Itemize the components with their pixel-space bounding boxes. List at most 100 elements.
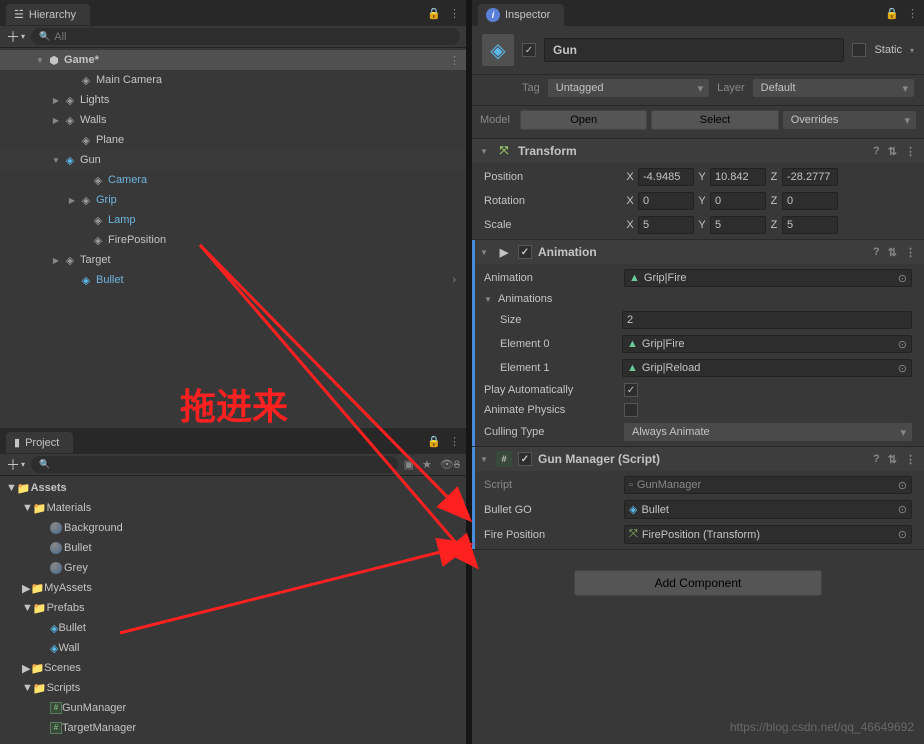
anim-enabled-checkbox[interactable]: [518, 245, 532, 259]
menu-icon[interactable]: ⋮: [905, 453, 916, 466]
menu-icon[interactable]: ⋮: [449, 435, 460, 448]
project-search[interactable]: 🔍: [31, 456, 398, 473]
assets-folder[interactable]: ▼📁 Assets: [0, 478, 466, 498]
help-icon[interactable]: ?: [873, 145, 880, 158]
material-grey[interactable]: Grey: [0, 558, 466, 578]
materials-folder[interactable]: ▼📁 Materials: [0, 498, 466, 518]
scene-menu-icon[interactable]: ⋮: [449, 54, 460, 67]
hierarchy-item-main-camera[interactable]: ◈ Main Camera: [0, 70, 466, 90]
expand-arrow[interactable]: ▶: [66, 196, 78, 205]
expand-arrow[interactable]: ▶: [50, 116, 62, 125]
expand-arrow[interactable]: ▶: [50, 256, 62, 265]
rot-x[interactable]: [638, 192, 694, 210]
rot-z[interactable]: [782, 192, 838, 210]
tag-dropdown[interactable]: Untagged: [548, 79, 709, 97]
scenes-folder[interactable]: ▶📁 Scenes: [0, 658, 466, 678]
overrides-dropdown[interactable]: Overrides: [783, 111, 916, 129]
help-icon[interactable]: ?: [873, 453, 880, 466]
collapse-arrow[interactable]: ▼: [480, 147, 490, 156]
active-checkbox[interactable]: [522, 43, 536, 57]
hierarchy-item-target[interactable]: ▶◈ Target: [0, 250, 466, 270]
hierarchy-item-plane[interactable]: ◈ Plane: [0, 130, 466, 150]
expand-arrow[interactable]: ▼: [34, 56, 46, 65]
star-icon[interactable]: ★: [422, 458, 432, 471]
hierarchy-item-lights[interactable]: ▶◈ Lights: [0, 90, 466, 110]
scale-z[interactable]: [782, 216, 838, 234]
object-picker-icon[interactable]: ⊙: [898, 528, 907, 541]
object-picker-icon[interactable]: ⊙: [898, 503, 907, 516]
expand-arrow[interactable]: ▶: [50, 96, 62, 105]
preset-icon[interactable]: ⇅: [888, 246, 897, 259]
lock-icon[interactable]: 🔒: [427, 435, 441, 448]
hierarchy-item-bullet[interactable]: ◈ Bullet ›: [0, 270, 466, 290]
scale-x[interactable]: [638, 216, 694, 234]
animation-clip-field[interactable]: ▲Grip|Fire⊙: [624, 269, 912, 287]
chevron-right-icon[interactable]: ›: [452, 274, 456, 286]
collapse-arrow[interactable]: ▼: [480, 455, 490, 464]
script-enabled-checkbox[interactable]: [518, 452, 532, 466]
open-button[interactable]: Open: [520, 110, 647, 130]
scale-y[interactable]: [710, 216, 766, 234]
add-component-button[interactable]: Add Component: [574, 570, 823, 596]
object-picker-icon[interactable]: ⊙: [898, 362, 907, 375]
scene-row[interactable]: ▼ ⬢ Game* ⋮: [0, 50, 466, 70]
hierarchy-tab[interactable]: ☱ Hierarchy: [6, 4, 90, 25]
scripts-folder[interactable]: ▼📁 Scripts: [0, 678, 466, 698]
search-input[interactable]: [54, 31, 452, 43]
select-button[interactable]: Select: [651, 110, 778, 130]
preset-icon[interactable]: ⇅: [888, 453, 897, 466]
filter-icon[interactable]: ▣: [404, 458, 414, 471]
bullet-go-field[interactable]: ◈Bullet⊙: [624, 500, 912, 519]
prefabs-folder[interactable]: ▼📁 Prefabs: [0, 598, 466, 618]
collapse-arrow[interactable]: ▼: [480, 248, 490, 257]
menu-icon[interactable]: ⋮: [905, 246, 916, 259]
material-background[interactable]: Background: [0, 518, 466, 538]
hierarchy-search[interactable]: 🔍: [31, 28, 460, 45]
object-name-field[interactable]: [544, 38, 844, 62]
visibility-icon[interactable]: 👁8: [440, 458, 460, 471]
object-picker-icon[interactable]: ⊙: [898, 479, 907, 492]
menu-icon[interactable]: ⋮: [905, 145, 916, 158]
lock-icon[interactable]: 🔒: [885, 7, 899, 20]
prefab-wall[interactable]: ◈ Wall: [0, 638, 466, 658]
preset-icon[interactable]: ⇅: [888, 145, 897, 158]
prefab-bullet[interactable]: ◈ Bullet: [0, 618, 466, 638]
hierarchy-item-camera[interactable]: ◈ Camera: [0, 170, 466, 190]
hierarchy-item-grip[interactable]: ▶◈ Grip: [0, 190, 466, 210]
create-button[interactable]: ＋▾: [6, 27, 25, 47]
anim-element-1[interactable]: ▲Grip|Reload⊙: [622, 359, 912, 377]
pos-x[interactable]: [638, 168, 694, 186]
material-bullet[interactable]: Bullet: [0, 538, 466, 558]
object-picker-icon[interactable]: ⊙: [898, 272, 907, 285]
hierarchy-item-lamp[interactable]: ◈ Lamp: [0, 210, 466, 230]
pos-z[interactable]: [782, 168, 838, 186]
fire-position-field[interactable]: ⤧FirePosition (Transform)⊙: [624, 525, 912, 544]
script-targetmanager[interactable]: # TargetManager: [0, 718, 466, 738]
project-search-input[interactable]: [54, 459, 389, 471]
project-tab[interactable]: ▮ Project: [6, 432, 73, 453]
lock-icon[interactable]: 🔒: [427, 7, 441, 20]
play-auto-checkbox[interactable]: [624, 383, 638, 397]
inspector-tab[interactable]: i Inspector: [478, 4, 564, 26]
help-icon[interactable]: ?: [873, 246, 880, 259]
anim-size-field[interactable]: [622, 311, 912, 329]
culling-dropdown[interactable]: Always Animate: [624, 423, 912, 441]
object-icon[interactable]: ◈: [482, 34, 514, 66]
hierarchy-item-gun[interactable]: ▼◈ Gun: [0, 150, 466, 170]
rot-y[interactable]: [710, 192, 766, 210]
anim-element-0[interactable]: ▲Grip|Fire⊙: [622, 335, 912, 353]
static-checkbox[interactable]: [852, 43, 866, 57]
animate-physics-checkbox[interactable]: [624, 403, 638, 417]
menu-icon[interactable]: ⋮: [907, 7, 918, 20]
myassets-folder[interactable]: ▶📁 MyAssets: [0, 578, 466, 598]
hierarchy-item-fireposition[interactable]: ◈ FirePosition: [0, 230, 466, 250]
object-picker-icon[interactable]: ⊙: [898, 338, 907, 351]
expand-arrow[interactable]: ▼: [50, 156, 62, 165]
layer-dropdown[interactable]: Default: [753, 79, 914, 97]
static-dropdown-arrow[interactable]: ▾: [910, 46, 914, 55]
hierarchy-item-walls[interactable]: ▶◈ Walls: [0, 110, 466, 130]
pos-y[interactable]: [710, 168, 766, 186]
script-gunmanager[interactable]: # GunManager: [0, 698, 466, 718]
create-button[interactable]: ＋▾: [6, 455, 25, 475]
menu-icon[interactable]: ⋮: [449, 7, 460, 20]
